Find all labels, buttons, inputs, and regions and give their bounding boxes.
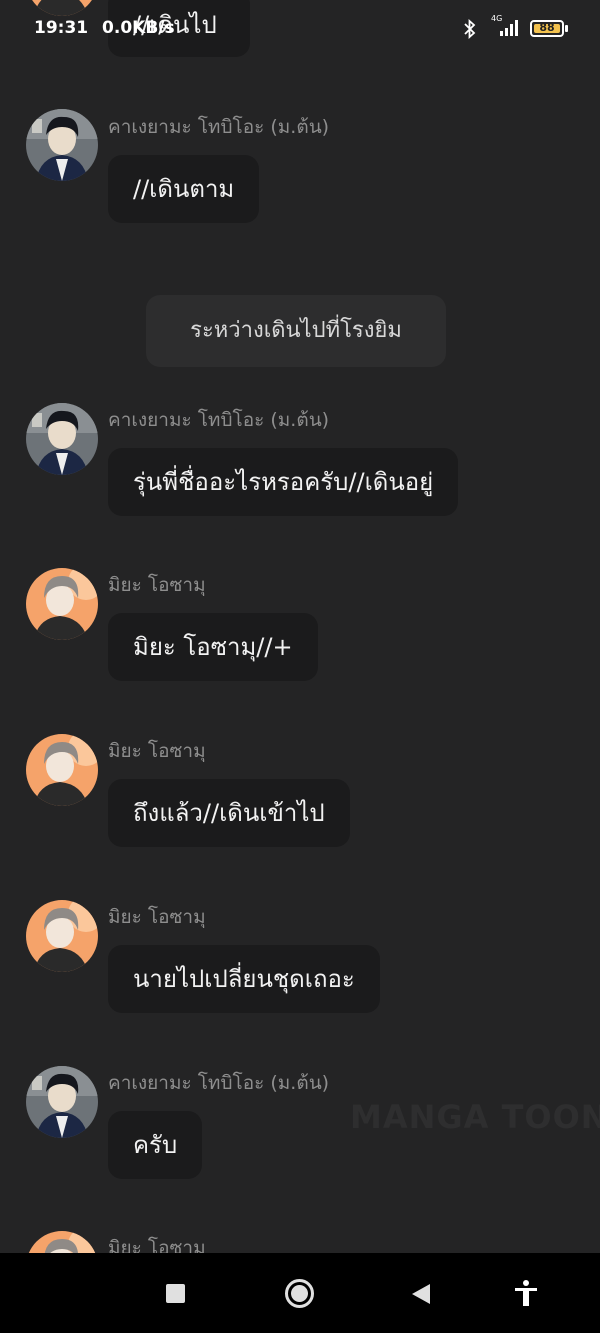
battery-icon: 88 [530, 20, 564, 37]
system-message: ระหว่างเดินไปที่โรงยิม [146, 295, 446, 367]
message-bubble[interactable]: นายไปเปลี่ยนชุดเถอะ [108, 945, 380, 1013]
avatar[interactable] [26, 568, 98, 640]
avatar[interactable] [26, 734, 98, 806]
sender-name: คาเงยามะ โทบิโอะ (ม.ต้น) [108, 116, 330, 138]
avatar[interactable] [26, 1066, 98, 1138]
avatar[interactable] [26, 900, 98, 972]
message-bubble[interactable]: //เดินตาม [108, 155, 260, 223]
status-time: 19:31 0.0KB/s [34, 18, 175, 38]
sender-name: คาเงยามะ โทบิโอะ (ม.ต้น) [108, 409, 330, 431]
net-speed-text: 0.0KB/s [102, 18, 175, 38]
navigation-bar [0, 1253, 600, 1333]
sender-name: คาเงยามะ โทบิโอะ (ม.ต้น) [108, 1072, 330, 1094]
battery-level: 88 [539, 21, 555, 34]
back-triangle-icon[interactable] [410, 1283, 432, 1305]
home-circle-icon[interactable] [285, 1279, 314, 1308]
watermark-logo: MANGA TOON [350, 1098, 600, 1136]
accessibility-icon[interactable] [513, 1279, 539, 1307]
sender-name: มิยะ โอซามุ [108, 906, 206, 928]
clock-text: 19:31 [34, 18, 89, 38]
sender-name: มิยะ โอซามุ [108, 740, 206, 762]
signal-icon [500, 20, 518, 36]
bluetooth-icon [464, 18, 476, 40]
message-bubble[interactable]: รุ่นพี่ชื่ออะไรหรอครับ//เดินอยู่ [108, 448, 459, 516]
avatar[interactable] [26, 109, 98, 181]
battery-tip [565, 25, 568, 32]
message-bubble[interactable]: มิยะ โอซามุ//+ [108, 613, 318, 681]
message-bubble[interactable]: ถึงแล้ว//เดินเข้าไป [108, 779, 350, 847]
recents-square-icon[interactable] [166, 1284, 185, 1303]
sender-name: มิยะ โอซามุ [108, 574, 206, 596]
avatar[interactable] [26, 403, 98, 475]
status-bar: 19:31 0.0KB/s 4G 88 [0, 0, 600, 60]
message-bubble[interactable]: ครับ [108, 1111, 203, 1179]
